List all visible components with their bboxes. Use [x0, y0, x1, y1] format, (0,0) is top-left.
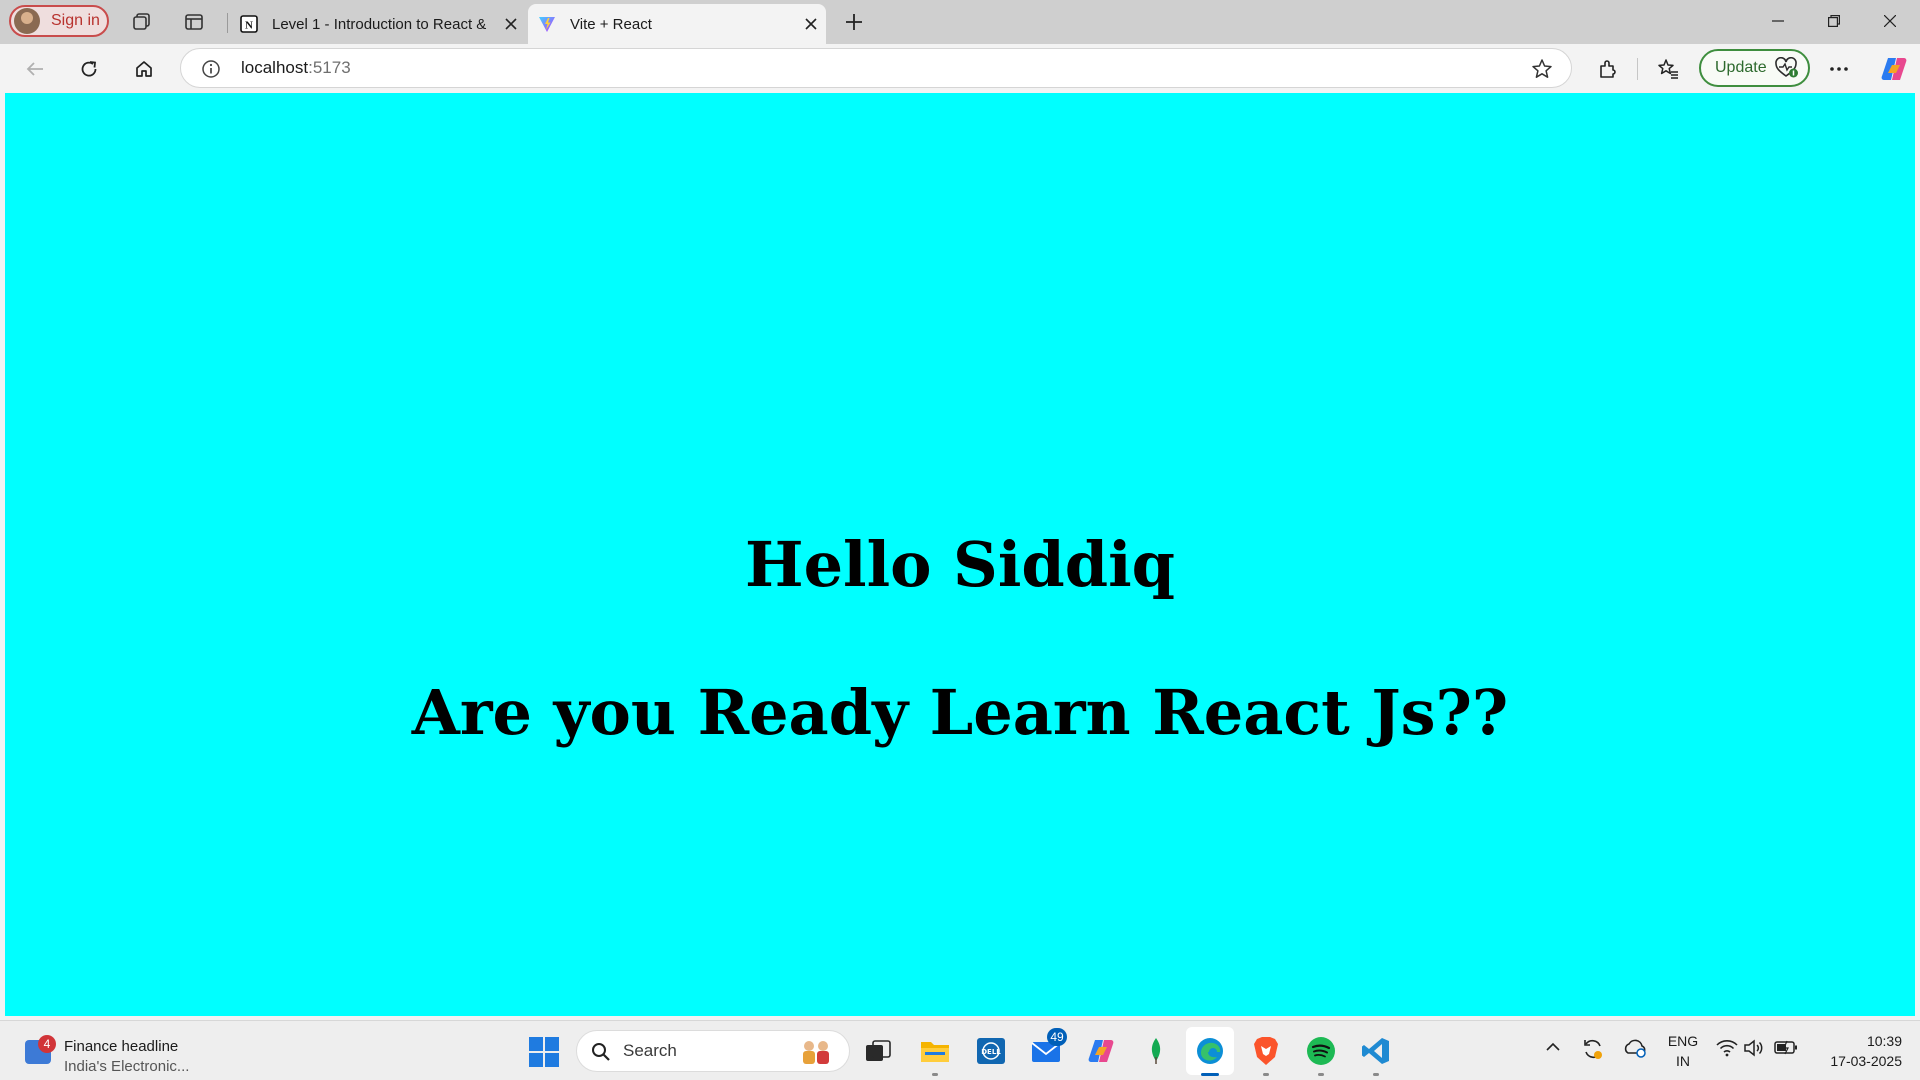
search-label: Search — [623, 1041, 677, 1060]
lang-region: IN — [1676, 1053, 1690, 1069]
profile-signin-label: Sign in — [51, 12, 100, 29]
favorite-star-icon[interactable] — [1531, 58, 1553, 80]
page-subheading: Are you Ready Learn React Js?? — [411, 676, 1509, 749]
brave-icon[interactable] — [1249, 1034, 1283, 1076]
update-label: Update — [1715, 59, 1767, 76]
url-host: localhost — [241, 58, 309, 77]
search-highlight-icon — [803, 1041, 829, 1064]
favorites-icon[interactable] — [1651, 52, 1685, 86]
widget-badge: 4 — [38, 1035, 56, 1053]
address-url[interactable]: localhost:5173 — [241, 49, 351, 87]
more-options-icon[interactable] — [1822, 52, 1856, 86]
vscode-icon[interactable] — [1359, 1034, 1393, 1076]
mail-badge: 49 — [1047, 1028, 1067, 1046]
copilot-sidebar-icon[interactable] — [1877, 52, 1911, 86]
windows-start-icon[interactable] — [528, 1036, 560, 1068]
active-indicator — [1201, 1073, 1219, 1076]
volume-icon[interactable] — [1744, 1039, 1764, 1057]
extensions-icon[interactable] — [1591, 52, 1625, 86]
file-explorer-icon[interactable] — [918, 1034, 952, 1076]
mail-icon[interactable]: 49 — [1029, 1028, 1067, 1068]
clock-date: 17-03-2025 — [1830, 1053, 1902, 1069]
tab-level1[interactable]: N Level 1 - Introduction to React & — [230, 4, 526, 44]
tab-title: Vite + React — [570, 15, 652, 33]
home-icon[interactable] — [127, 52, 161, 86]
address-bar[interactable]: localhost:5173 — [180, 48, 1572, 88]
tab-separator — [227, 13, 228, 33]
onedrive-icon[interactable] — [1622, 1037, 1648, 1059]
vertical-tabs-icon[interactable] — [180, 8, 208, 36]
minimize-icon[interactable] — [1750, 0, 1806, 42]
profile-signin-button[interactable]: Sign in — [9, 5, 109, 37]
browser-toolbar: localhost:5173 Update — [0, 44, 1920, 92]
taskbar-clock[interactable]: 10:39 17-03-2025 — [1810, 1031, 1902, 1071]
tab-vite-react[interactable]: Vite + React — [528, 4, 826, 44]
sync-icon[interactable] — [1581, 1037, 1605, 1061]
news-widget[interactable]: 4 Finance headline India's Electronic... — [22, 1029, 222, 1075]
copilot-icon[interactable] — [1084, 1034, 1118, 1068]
browser-health-icon — [1774, 57, 1798, 78]
restore-icon[interactable] — [1806, 0, 1862, 42]
profile-avatar — [14, 8, 40, 34]
update-button[interactable]: Update — [1699, 49, 1810, 87]
widget-subline: India's Electronic... — [64, 1058, 190, 1075]
close-tab-icon[interactable] — [796, 18, 826, 30]
page-heading: Hello Siddiq — [744, 528, 1175, 601]
running-indicator — [1373, 1073, 1379, 1076]
clock-time: 10:39 — [1866, 1033, 1902, 1049]
spotify-icon[interactable] — [1304, 1034, 1338, 1076]
close-window-icon[interactable] — [1862, 0, 1918, 42]
mongodb-icon[interactable] — [1139, 1034, 1173, 1068]
close-tab-icon[interactable] — [496, 18, 526, 30]
new-tab-icon[interactable] — [840, 8, 868, 36]
notion-icon: N — [240, 15, 258, 33]
battery-icon[interactable] — [1774, 1039, 1798, 1055]
running-indicator — [932, 1073, 938, 1076]
input-language-indicator[interactable]: ENG IN — [1666, 1031, 1700, 1071]
svg-text:DELL: DELL — [981, 1048, 1001, 1056]
page-viewport: Hello Siddiq Are you Ready Learn React J… — [5, 93, 1915, 1016]
wifi-icon[interactable] — [1716, 1039, 1738, 1057]
svg-text:N: N — [245, 20, 253, 32]
site-info-icon[interactable] — [201, 59, 221, 79]
taskbar-search-box[interactable]: Search — [576, 1030, 850, 1072]
search-icon — [592, 1043, 610, 1061]
widget-headline: Finance headline — [64, 1038, 179, 1055]
back-arrow-icon[interactable] — [18, 52, 52, 86]
windows-taskbar: 4 Finance headline India's Electronic...… — [0, 1020, 1920, 1080]
url-port: :5173 — [308, 58, 351, 77]
workspaces-icon[interactable] — [128, 8, 156, 36]
lang-code: ENG — [1667, 1033, 1699, 1049]
tab-title: Level 1 - Introduction to React & — [272, 15, 487, 33]
dell-icon[interactable]: DELL — [974, 1034, 1008, 1068]
tab-strip: Sign in N Level 1 - Introduction to Reac… — [0, 0, 1920, 44]
show-hidden-icons-chevron-icon[interactable] — [1545, 1039, 1561, 1055]
running-indicator — [1263, 1073, 1269, 1076]
reload-icon[interactable] — [72, 52, 106, 86]
edge-icon[interactable] — [1193, 1034, 1227, 1076]
vite-icon — [539, 17, 555, 32]
running-indicator — [1318, 1073, 1324, 1076]
toolbar-separator — [1637, 58, 1638, 80]
task-view-icon[interactable] — [861, 1034, 895, 1068]
